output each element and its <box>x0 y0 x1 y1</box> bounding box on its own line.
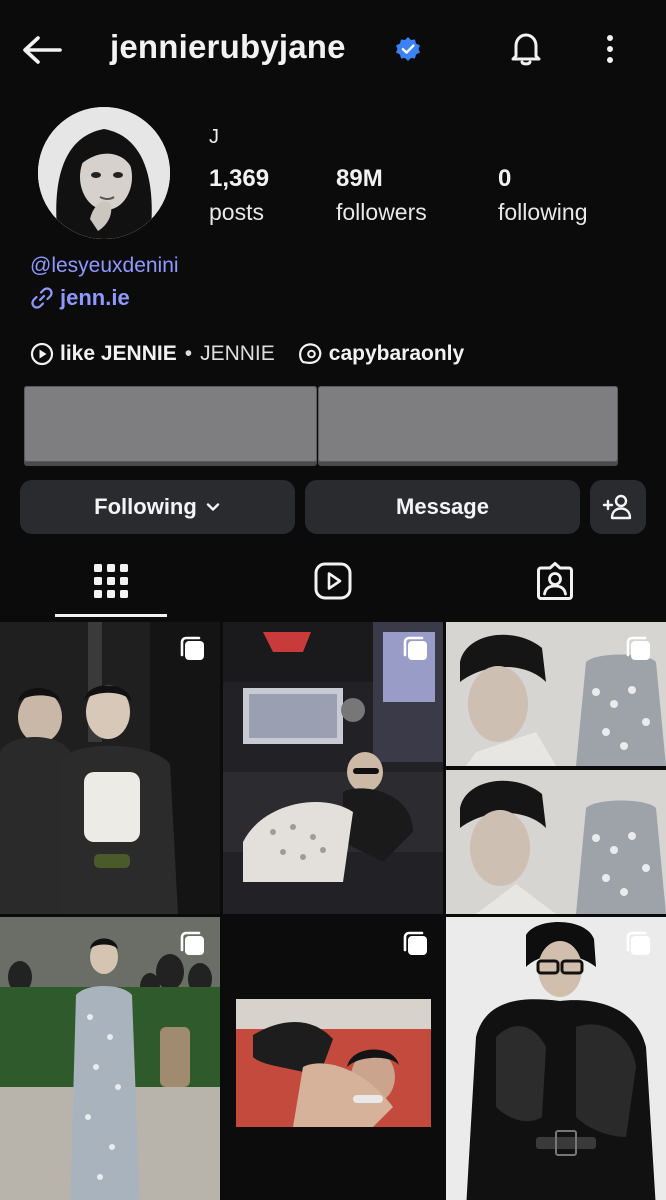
message-button-label: Message <box>396 494 489 519</box>
following-label: following <box>498 199 588 225</box>
post-thumbnail-2[interactable] <box>223 622 443 914</box>
posts-count: 1,369 <box>209 165 270 192</box>
verified-badge-icon <box>396 37 420 61</box>
multiple-posts-icon <box>403 931 427 955</box>
profile-username: jennierubyjane <box>110 28 346 65</box>
grid-icon <box>94 564 128 598</box>
bio-mention-link[interactable]: @lesyeuxdenini <box>30 254 179 278</box>
multiple-posts-icon <box>626 636 650 660</box>
followers-stat[interactable]: 89M followers <box>336 165 427 226</box>
threads-handle: capybaraonly <box>328 342 465 365</box>
post-image-3 <box>446 622 666 914</box>
link-icon <box>31 287 53 309</box>
play-circle-icon <box>30 342 54 366</box>
post-thumbnail-6[interactable] <box>446 917 666 1200</box>
post-image-6 <box>446 917 666 1200</box>
post-image-2 <box>223 622 443 914</box>
followers-count: 89M <box>336 165 383 192</box>
more-vertical-icon <box>607 35 613 63</box>
multiple-posts-icon <box>180 636 204 660</box>
tab-reels[interactable] <box>277 546 389 616</box>
following-button[interactable]: Following <box>20 480 295 534</box>
profile-display-name: J <box>209 126 219 148</box>
post-image-5 <box>223 917 443 1200</box>
followers-label: followers <box>336 199 427 225</box>
profile-avatar[interactable] <box>38 107 170 239</box>
post-thumbnail-5[interactable] <box>223 917 443 1200</box>
music-separator: • <box>184 342 193 365</box>
post-image-4 <box>0 917 220 1200</box>
suggested-users-button[interactable] <box>590 480 646 534</box>
post-thumbnail-1[interactable] <box>0 622 220 914</box>
add-user-icon <box>602 494 632 520</box>
following-button-label: Following <box>94 494 197 519</box>
following-count: 0 <box>498 165 512 192</box>
bio-website-link[interactable]: jenn.ie <box>30 285 130 311</box>
back-button[interactable] <box>18 28 66 72</box>
message-button[interactable]: Message <box>305 480 580 534</box>
top-bar: jennierubyjane <box>0 0 666 100</box>
active-tab-indicator <box>55 614 167 617</box>
reels-icon <box>314 562 352 600</box>
profile-music-row[interactable]: like JENNIE • JENNIE capybaraonly <box>30 342 464 366</box>
profile-tabs <box>0 546 666 620</box>
multiple-posts-icon <box>403 636 427 660</box>
notifications-button[interactable] <box>503 26 549 72</box>
multiple-posts-icon <box>626 931 650 955</box>
multiple-posts-icon <box>180 931 204 955</box>
arrow-left-icon <box>23 36 62 64</box>
bell-icon <box>511 33 541 66</box>
more-options-button[interactable] <box>592 26 628 72</box>
threads-profile-link[interactable]: capybaraonly <box>297 342 464 366</box>
website-link-text: jenn.ie <box>60 285 130 310</box>
posts-label: posts <box>209 199 264 225</box>
music-song-title: like JENNIE <box>60 342 177 365</box>
following-stat[interactable]: 0 following <box>498 165 588 226</box>
posts-grid <box>0 622 666 1200</box>
post-image-1 <box>0 622 220 914</box>
post-thumbnail-3[interactable] <box>446 622 666 914</box>
story-highlight-2[interactable] <box>318 386 618 462</box>
story-highlight-1[interactable] <box>24 386 317 462</box>
avatar-photo <box>38 107 170 239</box>
music-artist: JENNIE <box>200 342 275 365</box>
post-thumbnail-4[interactable] <box>0 917 220 1200</box>
tagged-icon <box>537 562 573 600</box>
posts-stat[interactable]: 1,369 posts <box>209 165 269 226</box>
threads-icon <box>298 343 322 365</box>
tab-posts-grid[interactable] <box>55 546 167 616</box>
tab-tagged[interactable] <box>499 546 611 616</box>
profile-page: jennierubyjane J 1,369 posts 89M followe… <box>0 0 666 1200</box>
chevron-down-icon <box>206 503 220 511</box>
